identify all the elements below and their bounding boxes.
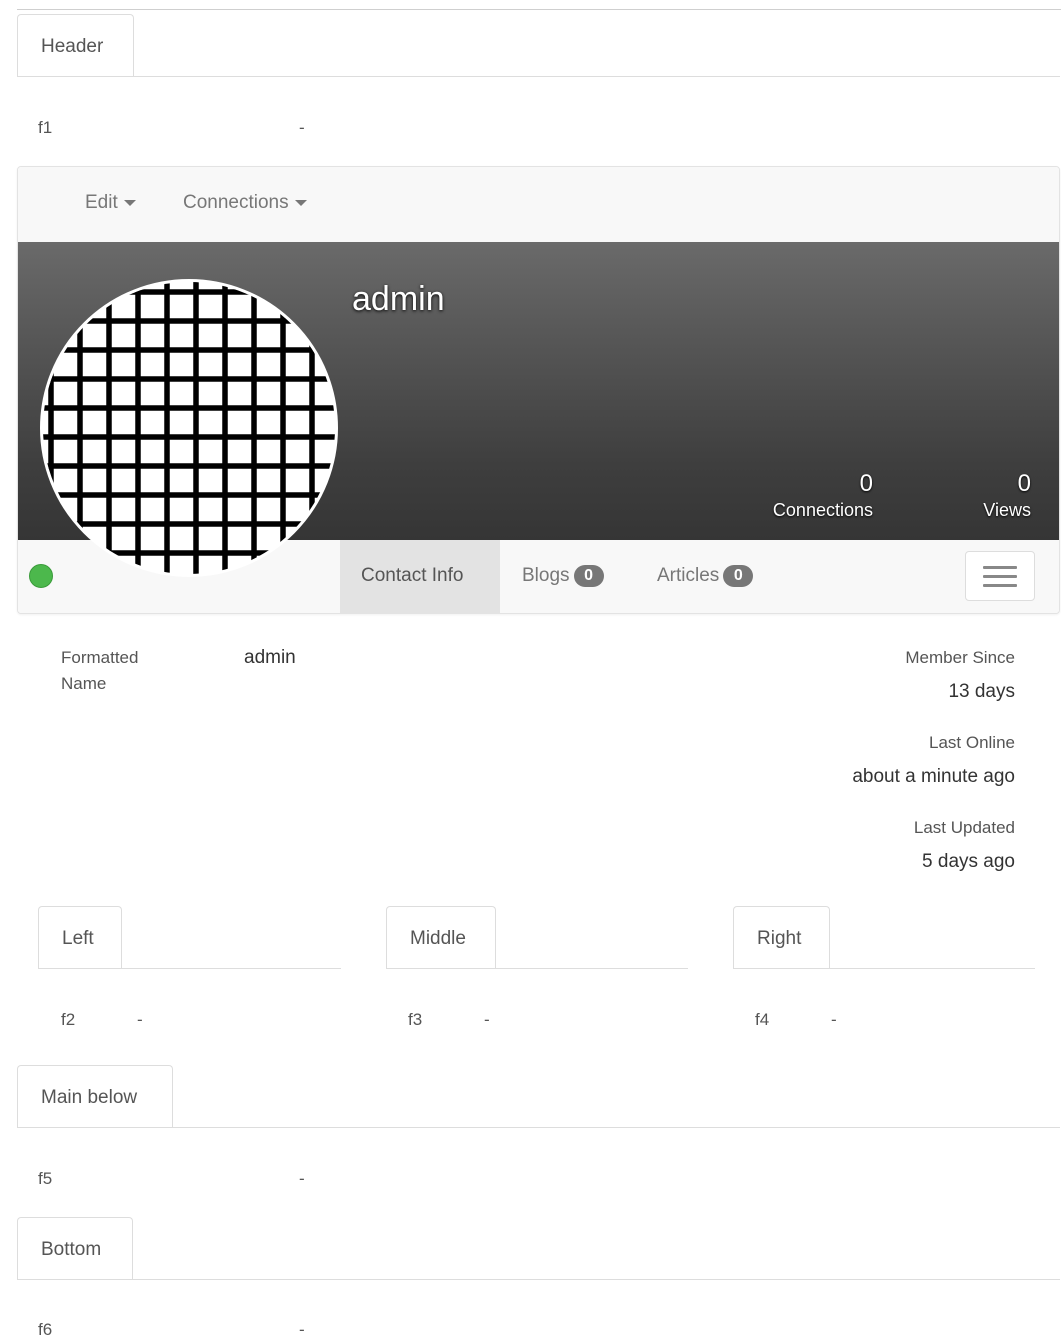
field-row-f3: f3 - bbox=[408, 1010, 608, 1030]
tab-right[interactable]: Right bbox=[733, 906, 830, 968]
field-value-f1: - bbox=[299, 118, 305, 137]
last-updated: Last Updated 5 days ago bbox=[914, 818, 1015, 873]
field-row-f2: f2 - bbox=[61, 1010, 261, 1030]
views-stat-label: Views bbox=[983, 500, 1031, 520]
connections-dropdown-label: Connections bbox=[183, 192, 289, 213]
field-row-f1: f1 - bbox=[38, 118, 438, 138]
field-value-f5: - bbox=[299, 1169, 305, 1188]
header-tab-bar: Header bbox=[17, 14, 1060, 77]
profile-card: Edit Connections admin 0 Connections 0 V… bbox=[17, 166, 1060, 614]
connections-stat-label: Connections bbox=[772, 500, 873, 520]
tab-articles[interactable]: Articles 0 bbox=[657, 540, 787, 613]
views-stat: 0 Views bbox=[983, 470, 1031, 521]
top-divider bbox=[17, 9, 1061, 10]
field-label-f3: f3 bbox=[408, 1010, 423, 1029]
main-below-tab-bar: Main below bbox=[17, 1065, 1060, 1128]
left-tab-bar: Left bbox=[38, 906, 341, 969]
avatar[interactable] bbox=[40, 279, 338, 577]
last-updated-label: Last Updated bbox=[913, 818, 1015, 837]
formatted-name-value: admin bbox=[244, 647, 296, 668]
field-row-f4: f4 - bbox=[755, 1010, 955, 1030]
field-label-f5: f5 bbox=[38, 1169, 53, 1188]
right-tab-bar: Right bbox=[733, 906, 1035, 969]
tab-blogs-label: Blogs bbox=[522, 565, 570, 587]
field-label-f6: f6 bbox=[38, 1320, 53, 1339]
field-label-f4: f4 bbox=[755, 1010, 770, 1029]
tab-middle[interactable]: Middle bbox=[386, 906, 496, 968]
edit-dropdown[interactable]: Edit bbox=[85, 192, 136, 214]
field-row-f6: f6 - bbox=[38, 1320, 438, 1340]
tab-contact-info[interactable]: Contact Info bbox=[340, 540, 500, 613]
field-value-f6: - bbox=[299, 1320, 305, 1339]
field-value-f3: - bbox=[484, 1010, 490, 1029]
tab-bottom[interactable]: Bottom bbox=[17, 1217, 133, 1279]
member-since-value: 13 days bbox=[948, 681, 1015, 702]
grid-pattern-avatar-icon bbox=[43, 282, 335, 574]
field-row-f5: f5 - bbox=[38, 1169, 438, 1189]
bottom-tab-bar: Bottom bbox=[17, 1217, 1060, 1280]
tab-blogs[interactable]: Blogs 0 bbox=[522, 540, 634, 613]
edit-dropdown-label: Edit bbox=[85, 192, 118, 213]
field-label-f2: f2 bbox=[61, 1010, 76, 1029]
views-count: 0 bbox=[1017, 470, 1031, 497]
field-value-f4: - bbox=[831, 1010, 837, 1029]
last-online-value: about a minute ago bbox=[852, 766, 1015, 787]
articles-count-badge: 0 bbox=[723, 565, 754, 587]
tab-articles-label: Articles bbox=[657, 565, 720, 587]
hamburger-icon-bar bbox=[983, 584, 1017, 587]
member-since: Member Since 13 days bbox=[905, 648, 1015, 703]
chevron-down-icon bbox=[294, 199, 307, 206]
formatted-name-label: Formatted Name bbox=[61, 648, 139, 693]
tab-main-below[interactable]: Main below bbox=[17, 1065, 173, 1127]
online-status-icon bbox=[29, 564, 53, 588]
menu-toggle-button[interactable] bbox=[965, 551, 1035, 601]
tab-left[interactable]: Left bbox=[38, 906, 122, 968]
hamburger-icon bbox=[983, 566, 1017, 569]
field-label-f1: f1 bbox=[38, 118, 53, 137]
member-since-label: Member Since bbox=[905, 648, 1015, 667]
profile-name: admin bbox=[352, 280, 445, 318]
last-online-label: Last Online bbox=[929, 733, 1015, 752]
middle-tab-bar: Middle bbox=[386, 906, 688, 969]
hamburger-icon-bar bbox=[983, 575, 1017, 578]
connections-count: 0 bbox=[859, 470, 873, 497]
connections-stat[interactable]: 0 Connections bbox=[773, 470, 873, 521]
chevron-down-icon bbox=[123, 199, 136, 206]
tab-header[interactable]: Header bbox=[17, 14, 134, 76]
connections-dropdown[interactable]: Connections bbox=[183, 192, 307, 214]
last-online: Last Online about a minute ago bbox=[852, 733, 1015, 788]
profile-navbar: Edit Connections bbox=[18, 167, 1059, 243]
blogs-count-badge: 0 bbox=[573, 565, 604, 587]
field-value-f2: - bbox=[137, 1010, 143, 1029]
last-updated-value: 5 days ago bbox=[922, 851, 1015, 872]
